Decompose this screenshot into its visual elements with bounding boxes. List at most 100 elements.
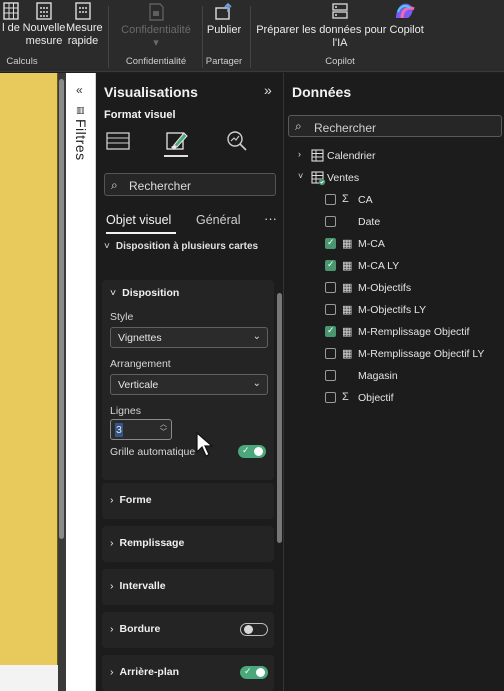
field-m-remplissage-objectif-ly[interactable]: ▦ M-Remplissage Objectif LY <box>284 345 504 363</box>
filters-label[interactable]: Filtres <box>73 119 89 161</box>
field-m-objectifs[interactable]: ▦ M-Objectifs <box>284 279 504 297</box>
quick-measure-button[interactable]: Mesure rapide <box>66 2 103 48</box>
visualizations-title: Visualisations <box>104 84 198 100</box>
format-visual-label: Format visuel <box>104 109 176 121</box>
bordure-toggle[interactable] <box>240 623 268 636</box>
field-checkbox[interactable] <box>325 348 336 359</box>
field-checkbox[interactable] <box>325 237 336 249</box>
table-ventes[interactable]: ˅ Ventes <box>284 169 504 187</box>
canvas-scroll-thumb[interactable] <box>59 79 64 539</box>
multi-card-layout-header[interactable]: ˅ Disposition à plusieurs cartes <box>104 241 258 252</box>
stepper-arrows-icon[interactable]: ︿ ﹀ <box>160 421 167 437</box>
field-name: CA <box>358 194 373 206</box>
field-checkbox[interactable] <box>325 282 336 293</box>
disposition-section: ˅ Disposition Style Vignettes ⌄ Arrangeme… <box>102 280 274 480</box>
field-checkbox[interactable] <box>325 194 336 205</box>
intervalle-header[interactable]: › Intervalle <box>110 580 166 592</box>
field-ca[interactable]: Σ CA <box>284 191 504 209</box>
remplissage-header[interactable]: › Remplissage <box>110 537 184 549</box>
remplissage-section[interactable]: › Remplissage <box>102 526 274 562</box>
arriere-plan-title: Arrière-plan <box>119 666 180 678</box>
chevron-down-icon[interactable]: ˅ <box>298 171 303 181</box>
expand-pane-icon[interactable]: » <box>264 82 272 98</box>
arriere-plan-header[interactable]: › Arrière-plan <box>110 666 179 678</box>
lignes-label: Lignes <box>110 405 141 417</box>
chevron-right-icon[interactable]: › <box>298 149 301 159</box>
format-search-input[interactable]: ⌕ Rechercher <box>104 173 276 196</box>
field-checkbox[interactable] <box>325 216 336 227</box>
disposition-title: Disposition <box>122 287 180 299</box>
calculator-icon <box>75 2 91 20</box>
bordure-header[interactable]: › Bordure <box>110 623 160 635</box>
field-m-objectifs-ly[interactable]: ▦ M-Objectifs LY <box>284 301 504 319</box>
measure-icon: ▦ <box>342 348 353 360</box>
measure-icon: ▦ <box>342 260 353 272</box>
chevron-down-icon: ⌄ <box>252 378 261 389</box>
field-objectif[interactable]: Σ Objectif <box>284 389 504 407</box>
bordure-section[interactable]: › Bordure <box>102 612 274 648</box>
ribbon: l de Nouvelle mesure Mesure rapide Calcu… <box>0 0 504 72</box>
sensitivity-dropdown-glyph: ▾ <box>153 37 159 49</box>
publish-label: Publier <box>206 24 242 36</box>
data-search-input[interactable]: ⌕ Rechercher <box>288 115 502 137</box>
ribbon-button-partial[interactable]: l de <box>0 2 22 35</box>
measure-icon: ▦ <box>342 304 353 316</box>
field-m-ca[interactable]: ▦ M-CA <box>284 235 504 253</box>
group-separator <box>108 6 109 68</box>
check-icon: ✓ <box>242 445 250 455</box>
table-calendrier[interactable]: › Calendrier <box>284 147 504 165</box>
field-name: Magasin <box>358 370 398 382</box>
field-checkbox[interactable] <box>325 304 336 315</box>
arrangement-dropdown[interactable]: Verticale ⌄ <box>110 374 268 395</box>
disposition-header[interactable]: ˅ Disposition <box>110 287 179 299</box>
arriere-plan-section[interactable]: › Arrière-plan ✓ <box>102 655 274 691</box>
field-m-remplissage-objectif[interactable]: ▦ M-Remplissage Objectif <box>284 323 504 341</box>
field-magasin[interactable]: Magasin <box>284 367 504 385</box>
more-options-icon[interactable]: ··· <box>264 211 277 226</box>
new-measure-button[interactable]: Nouvelle mesure <box>22 2 66 48</box>
field-name: M-Objectifs <box>358 282 412 294</box>
group-label-confidentialite: Confidentialité <box>125 56 187 67</box>
style-dropdown[interactable]: Vignettes ⌄ <box>110 327 268 348</box>
field-checkbox[interactable] <box>325 370 336 381</box>
publish-button[interactable]: Publier <box>204 2 244 37</box>
build-visual-icon[interactable] <box>104 127 134 155</box>
field-checkbox[interactable] <box>325 392 336 403</box>
format-brush-icon[interactable] <box>162 127 192 155</box>
report-canvas[interactable] <box>0 73 66 691</box>
sigma-icon: Σ <box>342 193 349 205</box>
field-name: M-Objectifs LY <box>358 304 427 316</box>
field-checkbox[interactable] <box>325 325 336 337</box>
collapse-chevron-icon[interactable]: « <box>76 83 83 97</box>
field-name: Date <box>358 216 381 228</box>
arriere-plan-toggle[interactable]: ✓ <box>240 666 268 679</box>
copilot-icon <box>396 3 415 19</box>
field-m-ca-ly[interactable]: ▦ M-CA LY <box>284 257 504 275</box>
toggle-knob <box>256 668 265 677</box>
canvas-scrollbar[interactable] <box>58 73 66 691</box>
data-pane: Données ⌕ Rechercher › Calendrier ˅ Vent… <box>284 73 504 691</box>
multi-row-card-visual[interactable] <box>0 73 58 665</box>
data-search-placeholder: Rechercher <box>314 121 377 135</box>
prepare-data-label-2: l'IA <box>332 37 348 49</box>
format-subtabs: Objet visuel Général ··· <box>104 211 277 235</box>
sigma-icon: Σ <box>342 391 349 403</box>
format-pane-scrollbar[interactable] <box>277 293 282 543</box>
copilot-button[interactable] <box>388 0 422 24</box>
measure-icon: ▦ <box>342 282 353 294</box>
grille-automatique-toggle[interactable]: ✓ <box>238 445 266 458</box>
field-name: M-Remplissage Objectif LY <box>358 348 485 360</box>
forme-header[interactable]: › Forme <box>110 494 152 506</box>
tab-general[interactable]: Général <box>196 213 240 227</box>
style-label: Style <box>110 311 134 323</box>
field-date[interactable]: Date <box>284 213 504 231</box>
sensitivity-button[interactable]: Confidentialité ▾ <box>112 2 200 50</box>
field-checkbox[interactable] <box>325 259 336 271</box>
intervalle-section[interactable]: › Intervalle <box>102 569 274 605</box>
tab-objet-visuel[interactable]: Objet visuel <box>106 213 171 227</box>
lignes-stepper[interactable]: 3 ︿ ﹀ <box>110 419 172 440</box>
forme-section[interactable]: › Forme <box>102 483 274 519</box>
analytics-magnifier-icon[interactable] <box>222 127 252 155</box>
search-icon: ⌕ <box>295 119 302 133</box>
filters-pane-collapsed[interactable]: « ▥ Filtres <box>66 73 96 691</box>
